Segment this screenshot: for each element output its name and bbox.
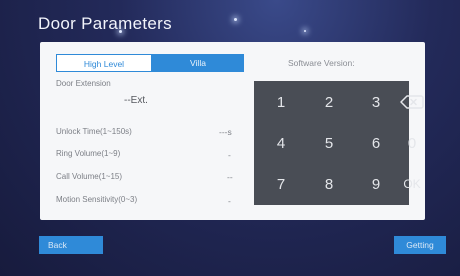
key-5[interactable]: 5 bbox=[306, 125, 352, 161]
key-3[interactable]: 3 bbox=[353, 84, 399, 120]
back-button[interactable]: Back bbox=[39, 236, 103, 254]
motion-sensitivity-field[interactable]: - bbox=[228, 196, 231, 206]
unlock-time-label: Unlock Time(1~150s) bbox=[56, 127, 132, 136]
sparkle-decoration bbox=[304, 30, 306, 32]
page-title: Door Parameters bbox=[38, 14, 172, 33]
getting-button[interactable]: Getting bbox=[394, 236, 446, 254]
key-6[interactable]: 6 bbox=[353, 125, 399, 161]
key-8[interactable]: 8 bbox=[306, 166, 352, 202]
key-7[interactable]: 7 bbox=[258, 166, 304, 202]
key-9[interactable]: 9 bbox=[353, 166, 399, 202]
door-extension-field[interactable]: --Ext. bbox=[124, 95, 148, 106]
key-2[interactable]: 2 bbox=[306, 84, 352, 120]
tab-villa[interactable]: Villa bbox=[152, 54, 244, 72]
numeric-keypad: 1 2 3 4 5 6 0 7 8 9 OK bbox=[254, 81, 424, 205]
screen: Door Parameters High Level Villa Softwar… bbox=[0, 0, 460, 276]
backspace-icon bbox=[400, 95, 424, 109]
backspace-button[interactable] bbox=[394, 84, 430, 120]
call-volume-label: Call Volume(1~15) bbox=[56, 172, 123, 181]
parameters-panel: High Level Villa Software Version: Door … bbox=[40, 42, 425, 220]
key-4[interactable]: 4 bbox=[258, 125, 304, 161]
motion-sensitivity-label: Motion Sensitivity(0~3) bbox=[56, 195, 138, 204]
ring-volume-label: Ring Volume(1~9) bbox=[56, 149, 121, 158]
call-volume-field[interactable]: -- bbox=[227, 172, 233, 182]
sparkle-decoration bbox=[234, 18, 237, 21]
unlock-time-field[interactable]: ---s bbox=[219, 127, 232, 137]
ok-button[interactable]: OK bbox=[394, 166, 430, 202]
door-extension-label: Door Extension bbox=[56, 79, 111, 88]
key-0[interactable]: 0 bbox=[394, 125, 430, 161]
tab-high-level[interactable]: High Level bbox=[56, 54, 152, 72]
key-1[interactable]: 1 bbox=[258, 84, 304, 120]
ring-volume-field[interactable]: - bbox=[228, 150, 231, 160]
software-version-label: Software Version: bbox=[288, 58, 355, 68]
